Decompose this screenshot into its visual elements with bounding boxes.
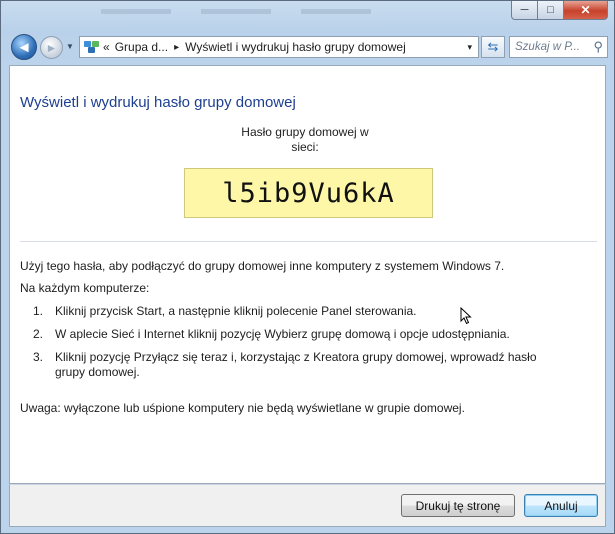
button-bar: Drukuj tę stronę Anuluj <box>9 484 606 527</box>
navigation-bar: ◄ ► ▼ « Grupa d... ▸ Wyświetl i wydrukuj… <box>9 32 608 62</box>
close-button[interactable]: ✕ <box>564 1 608 20</box>
password-label: Hasło grupy domowej w sieci: <box>241 125 369 154</box>
note-text: Uwaga: wyłączone lub uśpione komputery n… <box>20 401 465 415</box>
step-number: 2. <box>33 327 44 341</box>
maximize-button[interactable]: □ <box>538 1 564 20</box>
explorer-window: ─ □ ✕ ◄ ► ▼ « Grupa d... ▸ Wyświetl i wy… <box>0 0 615 534</box>
breadcrumb-item-homegroup[interactable]: Grupa d... <box>115 40 168 54</box>
search-icon[interactable]: ⚲ <box>593 39 603 55</box>
search-placeholder: Szukaj w P... <box>515 41 580 53</box>
step-text: Kliknij przycisk Start, a następnie klik… <box>55 304 417 318</box>
caption-buttons: ─ □ ✕ <box>511 1 608 20</box>
arrow-left-icon: ◄ <box>16 38 32 56</box>
search-input[interactable]: Szukaj w P... ⚲ <box>509 36 608 58</box>
step-text: W aplecie Sieć i Internet kliknij pozycj… <box>55 327 510 341</box>
page-title: Wyświetl i wydrukuj hasło grupy domowej <box>20 94 296 111</box>
divider <box>20 241 597 242</box>
mouse-cursor-icon <box>460 307 472 325</box>
breadcrumb-separator[interactable]: ▸ <box>174 42 179 53</box>
chevron-down-icon: ▼ <box>66 42 74 51</box>
titlebar-ghost <box>101 3 441 14</box>
print-page-button[interactable]: Drukuj tę stronę <box>401 494 515 517</box>
step-text: Kliknij pozycję Przyłącz się teraz i, ko… <box>55 350 537 379</box>
refresh-button[interactable]: ⇆ <box>481 36 505 58</box>
minimize-button[interactable]: ─ <box>511 1 538 20</box>
intro-text: Użyj tego hasła, aby podłączyć do grupy … <box>20 259 505 273</box>
cancel-button[interactable]: Anuluj <box>524 494 598 517</box>
breadcrumb-overflow[interactable]: « <box>103 40 110 54</box>
arrow-right-icon: ► <box>45 40 58 55</box>
password-box: l5ib9Vu6kA <box>184 168 433 218</box>
steps-list: 1. Kliknij przycisk Start, a następnie k… <box>20 304 560 388</box>
content-pane: Wyświetl i wydrukuj hasło grupy domowej … <box>9 65 606 484</box>
homegroup-icon <box>84 40 100 54</box>
step-number: 3. <box>33 350 44 364</box>
refresh-icon: ⇆ <box>487 39 499 54</box>
forward-button[interactable]: ► <box>40 36 63 59</box>
breadcrumb-item-current[interactable]: Wyświetl i wydrukuj hasło grupy domowej <box>185 40 406 54</box>
password-value: l5ib9Vu6kA <box>222 177 395 209</box>
recent-pages-dropdown[interactable]: ▼ <box>66 42 74 51</box>
step-number: 1. <box>33 304 44 318</box>
address-dropdown-icon[interactable]: ▾ <box>467 42 472 53</box>
each-computer-text: Na każdym komputerze: <box>20 281 150 295</box>
list-item: 2. W aplecie Sieć i Internet kliknij poz… <box>20 327 560 342</box>
address-bar[interactable]: « Grupa d... ▸ Wyświetl i wydrukuj hasło… <box>79 36 479 58</box>
list-item: 3. Kliknij pozycję Przyłącz się teraz i,… <box>20 350 560 380</box>
back-button[interactable]: ◄ <box>11 34 37 60</box>
list-item: 1. Kliknij przycisk Start, a następnie k… <box>20 304 560 319</box>
